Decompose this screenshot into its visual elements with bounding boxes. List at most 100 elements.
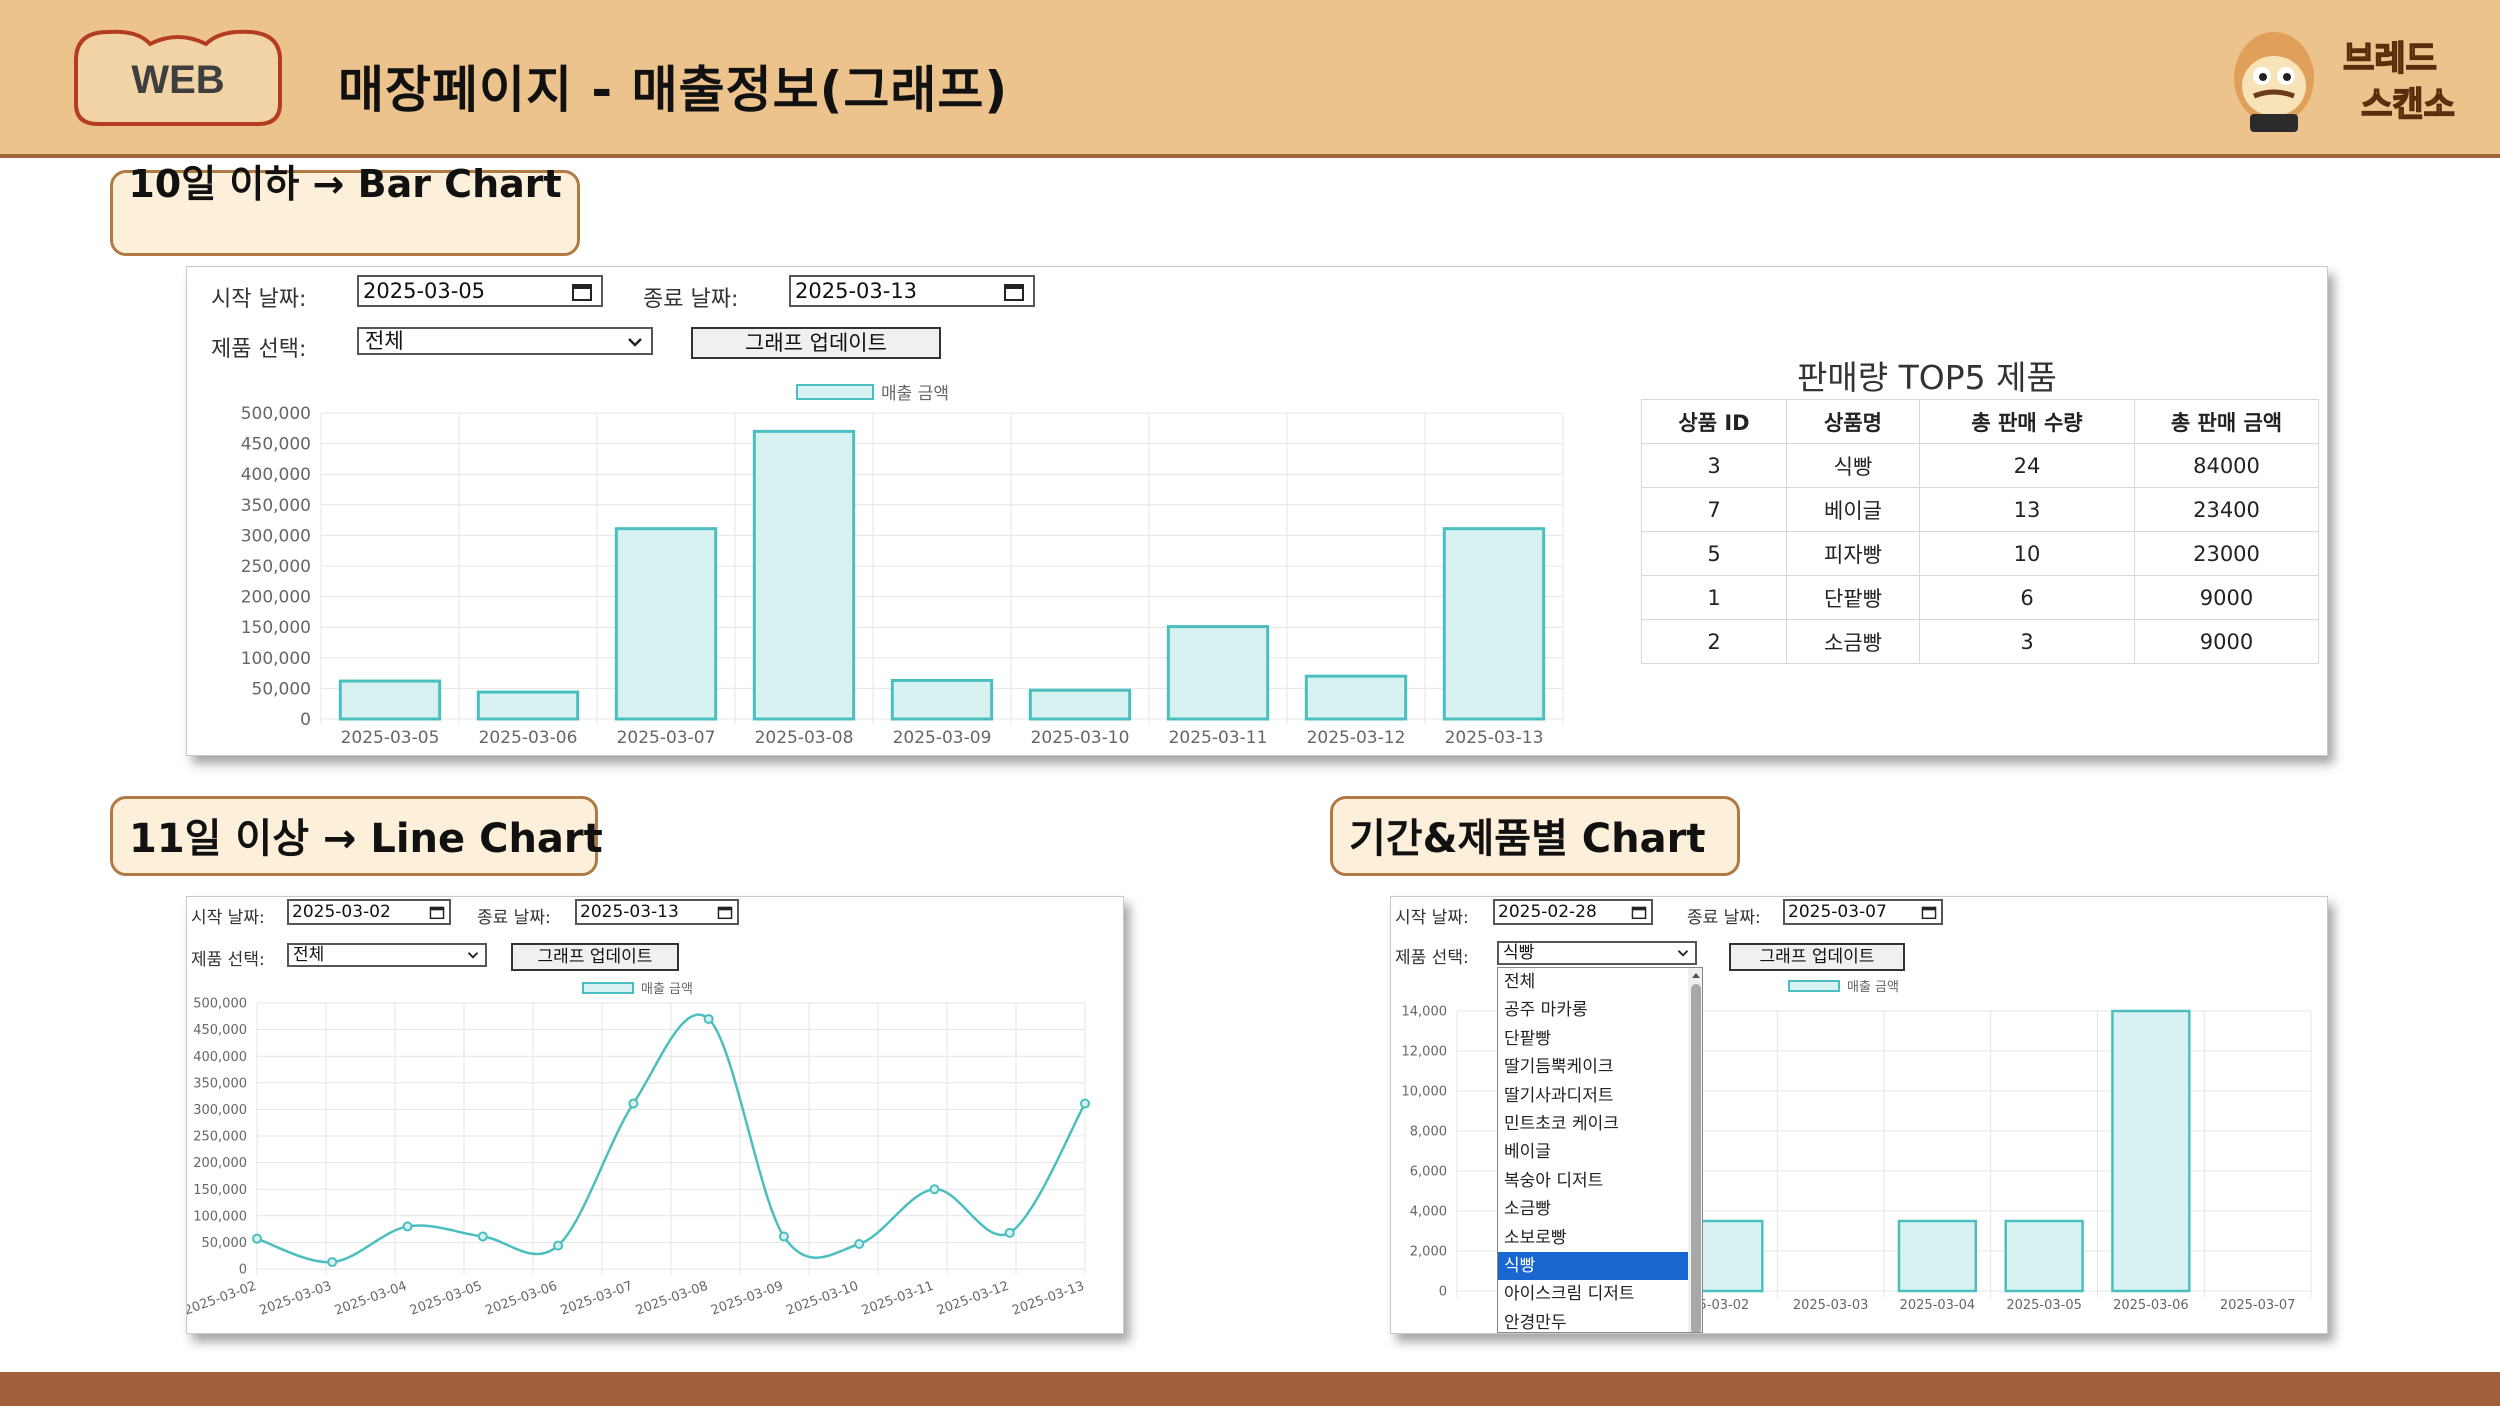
y-tick-label: 200,000 — [241, 588, 311, 608]
web-badge-label: WEB — [131, 58, 225, 102]
x-tick-label: 2025-03-09 — [893, 728, 992, 748]
x-tick-label: 2025-03-05 — [2006, 1298, 2082, 1313]
dropdown-option[interactable]: 단팥빵 — [1498, 1025, 1688, 1053]
x-tick-label: 2025-03-04 — [333, 1279, 409, 1319]
legend-label: 매출 금액 — [641, 982, 693, 997]
x-tick-label: 2025-03-06 — [2113, 1298, 2189, 1313]
dropdown-option[interactable]: 민트초코 케이크 — [1498, 1110, 1688, 1138]
data-point — [628, 1098, 639, 1109]
x-tick-label: 2025-03-09 — [709, 1279, 785, 1319]
top5-cell: 3 — [1919, 619, 2135, 664]
dropdown-scrollbar[interactable] — [1688, 968, 1703, 1332]
product-select[interactable]: 전체 — [357, 327, 653, 355]
legend-label: 매출 금액 — [1847, 980, 1899, 995]
bar-chart-sales-10days: 0 50,000 100,000 150,000 200,000 250,000 300,0… — [241, 384, 1564, 748]
logo-word-2: 스캔소 — [2361, 85, 2455, 125]
dropdown-option[interactable]: 식빵 — [1498, 1251, 1688, 1281]
product-select[interactable]: 식빵 — [1497, 941, 1697, 965]
product-select[interactable]: 전체 — [287, 943, 487, 967]
top5-cell: 피자빵 — [1786, 531, 1920, 576]
x-tick-label: 2025-03-10 — [784, 1279, 860, 1319]
end-date-value: 2025-03-13 — [580, 902, 679, 922]
bar — [2004, 1219, 2084, 1293]
calendar-icon[interactable] — [717, 905, 733, 920]
top5-cell: 베이글 — [1786, 487, 1920, 532]
dropdown-option[interactable]: 안경만두 — [1498, 1309, 1688, 1332]
x-tick-label: 2025-03-04 — [1900, 1298, 1976, 1313]
data-point — [778, 1231, 789, 1242]
data-point — [703, 1013, 714, 1024]
x-tick-label: 2025-03-12 — [935, 1279, 1011, 1319]
chevron-down-icon — [628, 338, 642, 347]
dropdown-option[interactable]: 복숭아 디저트 — [1498, 1167, 1688, 1195]
dropdown-option[interactable]: 공주 마카롱 — [1498, 996, 1688, 1024]
end-date-input[interactable]: 2025-03-13 — [789, 275, 1035, 307]
dropdown-option[interactable]: 베이글 — [1498, 1138, 1688, 1166]
x-tick-label: 2025-03-05 — [408, 1279, 484, 1319]
top5-header-qty: 총 판매 수량 — [1919, 399, 2135, 444]
dropdown-option[interactable]: 전체 — [1498, 968, 1688, 996]
y-tick-label: 0 — [1439, 1285, 1447, 1300]
top5-row: 7 베이글 13 23400 — [1641, 487, 2319, 532]
calendar-icon[interactable] — [1921, 905, 1937, 920]
y-tick-label: 6,000 — [1410, 1165, 1447, 1180]
top5-cell: 5 — [1641, 531, 1787, 576]
product-chart-tag-text: 기간&제품별 Chart — [1349, 816, 1706, 862]
x-tick-label: 2025-03-07 — [559, 1279, 635, 1319]
x-tick-label: 5-03-02 — [1699, 1298, 1750, 1313]
scroll-up-icon[interactable] — [1688, 968, 1703, 982]
update-graph-button[interactable]: 그래프 업데이트 — [691, 327, 941, 359]
start-date-input[interactable]: 2025-03-05 — [357, 275, 603, 307]
line-chart-sales: 0 50,000 100,000 150,000 200,000 250,000 300,0… — [187, 982, 1090, 1319]
y-tick-label: 250,000 — [193, 1130, 247, 1145]
dropdown-option[interactable]: 딸기듬뿍케이크 — [1498, 1053, 1688, 1081]
product-chart-tag: 기간&제품별 Chart — [1330, 796, 1740, 876]
top5-row: 5 피자빵 10 23000 — [1641, 531, 2319, 576]
legend-label: 매출 금액 — [881, 384, 949, 404]
top5-cell: 9000 — [2134, 619, 2319, 664]
y-tick-label: 300,000 — [241, 526, 311, 546]
update-graph-button-label: 그래프 업데이트 — [1759, 947, 1875, 967]
x-tick-label: 2025-03-07 — [617, 728, 716, 748]
calendar-icon[interactable] — [571, 282, 593, 302]
y-tick-label: 14,000 — [1402, 1005, 1448, 1020]
x-tick-label: 2025-03-12 — [1307, 728, 1406, 748]
end-date-input[interactable]: 2025-03-07 — [1783, 899, 1943, 925]
update-graph-button[interactable]: 그래프 업데이트 — [511, 943, 679, 971]
update-graph-button[interactable]: 그래프 업데이트 — [1729, 943, 1905, 971]
end-date-input[interactable]: 2025-03-13 — [575, 899, 739, 925]
x-tick-label: 2025-03-05 — [341, 728, 440, 748]
y-tick-label: 0 — [300, 710, 311, 730]
y-tick-label: 450,000 — [193, 1023, 247, 1038]
start-date-input[interactable]: 2025-02-28 — [1493, 899, 1653, 925]
bar-chart-tag-text: 10일 이하 → Bar Chart — [128, 162, 562, 206]
y-tick-label: 150,000 — [241, 618, 311, 638]
bar — [1442, 527, 1546, 721]
scrollbar-thumb[interactable] — [1691, 984, 1701, 1332]
top5-header-amount: 총 판매 금액 — [2134, 399, 2319, 444]
x-tick-label: 2025-03-13 — [1445, 728, 1544, 748]
calendar-icon[interactable] — [429, 905, 445, 920]
top5-cell: 1 — [1641, 575, 1787, 620]
calendar-icon[interactable] — [1003, 282, 1025, 302]
bar — [1304, 674, 1408, 721]
product-dropdown-list[interactable]: 전체 공주 마카롱 단팥빵 딸기듬뿍케이크 딸기사과디저트 민트초코 케이크 베이글 복숭아 … — [1497, 967, 1703, 1333]
x-tick-label: 2025-03-08 — [634, 1279, 710, 1319]
calendar-icon[interactable] — [1631, 905, 1647, 920]
y-tick-label: 250,000 — [241, 557, 311, 577]
x-tick-label: 2025-03-13 — [1010, 1279, 1086, 1319]
end-date-label: 종료 날짜: — [643, 287, 739, 312]
y-tick-label: 10,000 — [1402, 1085, 1448, 1100]
dropdown-option[interactable]: 소보로빵 — [1498, 1224, 1688, 1252]
x-tick-label: 2025-03-03 — [258, 1279, 334, 1319]
line-chart-tag-text: 11일 이상 → Line Chart — [129, 816, 603, 862]
dropdown-option[interactable]: 아이스크림 디저트 — [1498, 1280, 1688, 1308]
y-tick-label: 4,000 — [1410, 1205, 1447, 1220]
start-date-input[interactable]: 2025-03-02 — [287, 899, 451, 925]
bar — [1028, 688, 1132, 721]
data-point — [1004, 1227, 1015, 1238]
y-tick-label: 500,000 — [241, 404, 311, 424]
footer-bar — [0, 1372, 2500, 1406]
dropdown-option[interactable]: 딸기사과디저트 — [1498, 1082, 1688, 1110]
dropdown-option[interactable]: 소금빵 — [1498, 1195, 1688, 1223]
